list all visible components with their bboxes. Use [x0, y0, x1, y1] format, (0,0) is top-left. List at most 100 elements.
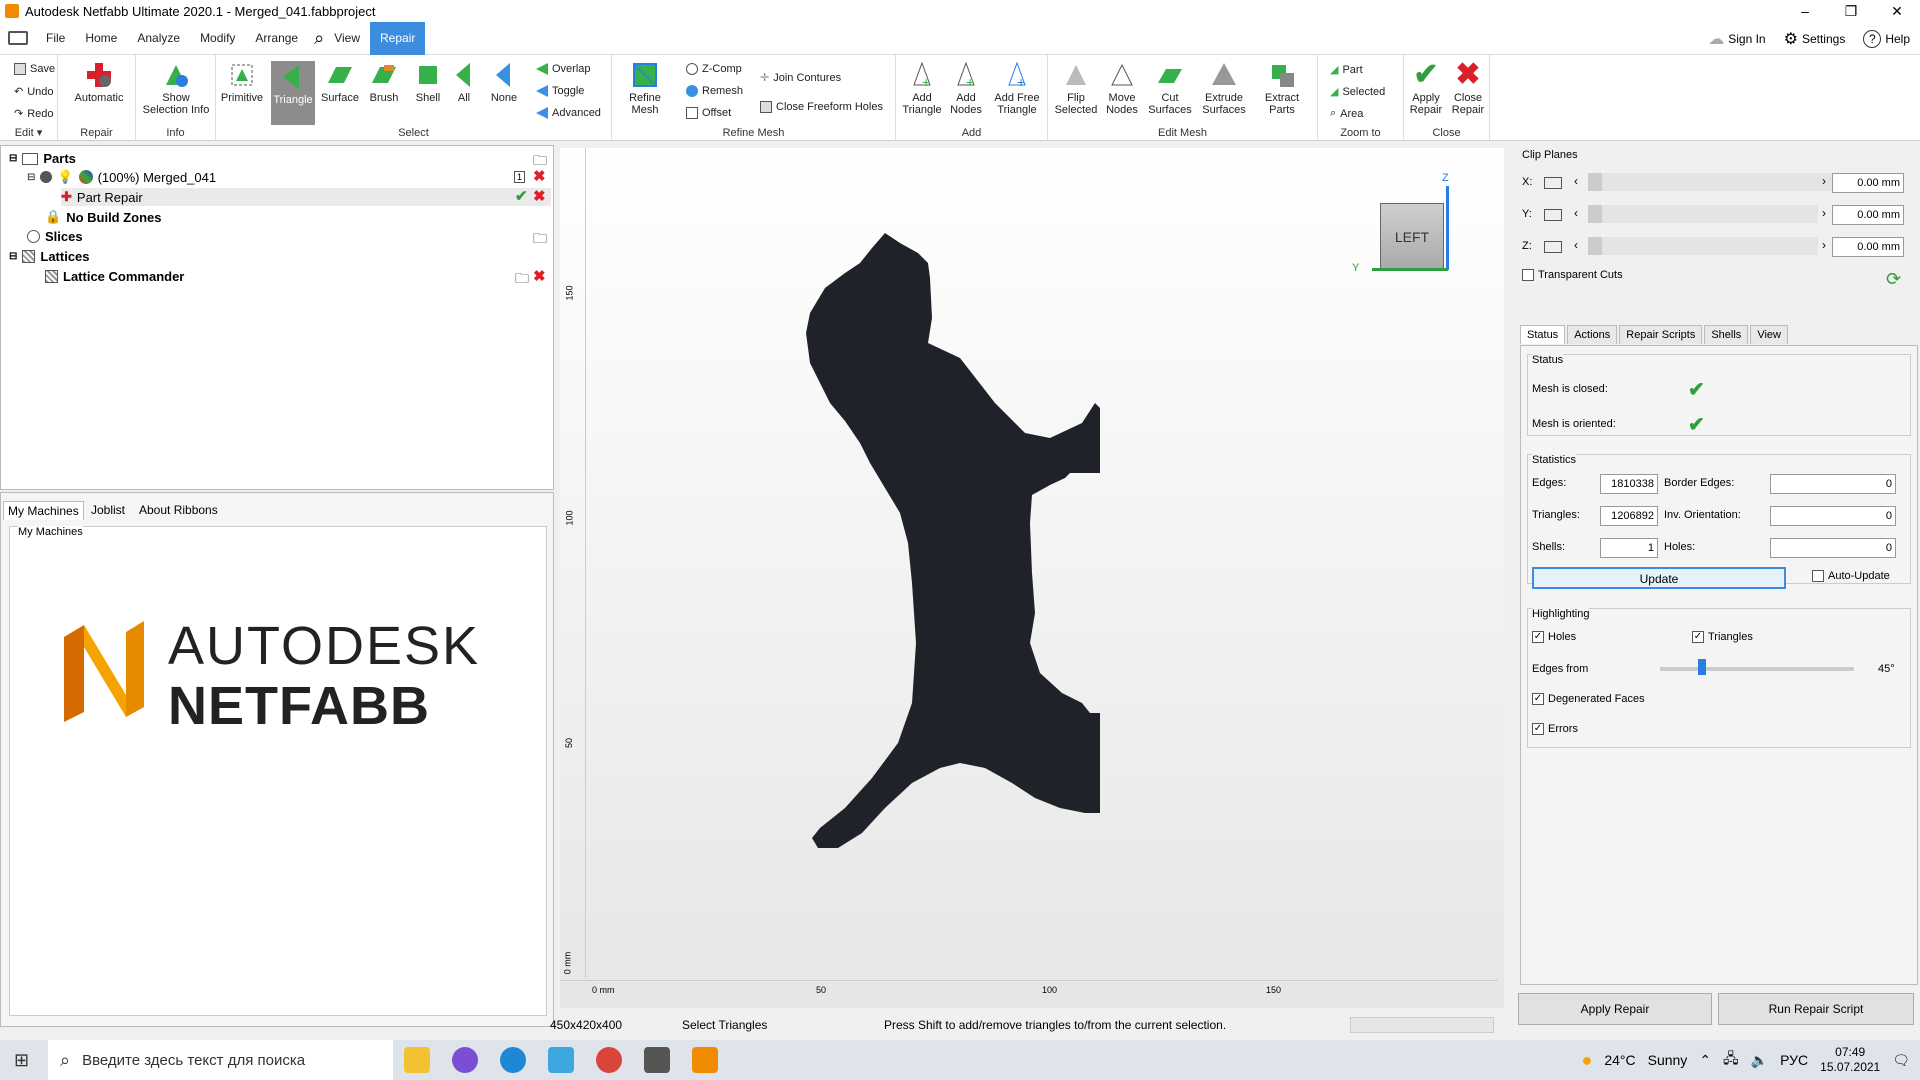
visibility-icon[interactable]: [40, 171, 53, 183]
tree-slices[interactable]: Slices: [27, 229, 83, 244]
tab-view[interactable]: View: [1750, 325, 1788, 344]
offset-button[interactable]: Offset: [702, 107, 731, 119]
zbrush-icon[interactable]: [644, 1047, 670, 1073]
zcomp-button[interactable]: Z-Comp: [702, 63, 742, 75]
add-triangle-button[interactable]: + Add Triangle: [900, 61, 944, 116]
edit-group-dropdown[interactable]: Edit ▾: [0, 126, 57, 139]
tab-repair-scripts[interactable]: Repair Scripts: [1619, 325, 1703, 344]
tab-joblist[interactable]: Joblist: [87, 501, 129, 519]
clip-y-right-arrow[interactable]: ›: [1822, 206, 1826, 220]
shell-select-button[interactable]: Shell: [406, 61, 450, 104]
clock[interactable]: 07:49 15.07.2021: [1820, 1045, 1880, 1075]
select-all-button[interactable]: All: [446, 61, 482, 104]
brush-select-button[interactable]: Brush: [362, 61, 406, 104]
3d-viewport[interactable]: 150 100 50 0 mm 0 mm 50 100 150 Z LEFT Y: [560, 148, 1504, 1008]
volume-icon[interactable]: 🔈: [1751, 1052, 1768, 1069]
clip-z-right-arrow[interactable]: ›: [1822, 238, 1826, 252]
word-app-icon[interactable]: [548, 1047, 574, 1073]
notifications-icon[interactable]: 🗨: [1892, 1052, 1910, 1069]
remesh-button[interactable]: Remesh: [702, 85, 743, 97]
open-folder-icon[interactable]: [8, 31, 28, 45]
clip-z-left-arrow[interactable]: ‹: [1574, 238, 1578, 252]
taskbar-search[interactable]: ⌕ Введите здесь текст для поиска: [48, 1040, 393, 1080]
triangle-select-button[interactable]: Triangle: [271, 61, 315, 125]
help-link[interactable]: Help: [1885, 32, 1910, 46]
errors-option[interactable]: ✓ Errors: [1532, 723, 1578, 736]
settings-link[interactable]: Settings: [1802, 32, 1845, 46]
clip-z-slider[interactable]: [1588, 237, 1818, 255]
clip-y-toggle[interactable]: [1544, 209, 1562, 221]
zoom-area-button[interactable]: Area: [1340, 108, 1363, 120]
view-cube-face[interactable]: LEFT: [1380, 203, 1444, 269]
apply-repair-button[interactable]: Apply Repair: [1518, 993, 1712, 1025]
clip-x-right-arrow[interactable]: ›: [1822, 174, 1826, 188]
update-button[interactable]: Update: [1532, 567, 1786, 589]
move-nodes-button[interactable]: Move Nodes: [1100, 61, 1144, 116]
undo-button[interactable]: Undo: [27, 86, 53, 98]
close-freeform-holes-button[interactable]: Close Freeform Holes: [776, 101, 883, 113]
tree-parts[interactable]: ⊟ Parts: [9, 151, 76, 166]
close-window-button[interactable]: ✕: [1874, 0, 1920, 22]
bulb-icon[interactable]: 💡: [57, 169, 73, 185]
menu-arrange[interactable]: Arrange: [245, 22, 308, 55]
color-icon[interactable]: [78, 170, 93, 184]
clip-z-toggle[interactable]: [1544, 241, 1562, 253]
language-indicator[interactable]: РУС: [1780, 1052, 1808, 1068]
refresh-icon[interactable]: ⟳: [1886, 269, 1901, 290]
menu-home[interactable]: Home: [75, 22, 127, 55]
tree-part-repair[interactable]: ✚ Part Repair: [61, 188, 551, 206]
chrome-icon[interactable]: [596, 1047, 622, 1073]
tree-no-build-zones[interactable]: 🔒 No Build Zones: [45, 209, 162, 225]
save-button[interactable]: Save: [30, 63, 55, 75]
tab-shells[interactable]: Shells: [1704, 325, 1749, 344]
extrude-surfaces-button[interactable]: Extrude Surfaces: [1196, 61, 1252, 116]
close-repair-button[interactable]: ✖ Close Repair: [1448, 60, 1488, 117]
advanced-button[interactable]: Advanced: [552, 107, 601, 119]
tab-status[interactable]: Status: [1520, 325, 1566, 344]
redo-button[interactable]: Redo: [27, 108, 53, 120]
clip-x-toggle[interactable]: [1544, 177, 1562, 189]
add-nodes-button[interactable]: + Add Nodes: [944, 61, 988, 116]
clip-x-value[interactable]: 0.00 mm: [1832, 173, 1904, 193]
menu-analyze[interactable]: Analyze: [127, 22, 190, 55]
toggle-button[interactable]: Toggle: [552, 85, 584, 97]
clip-x-left-arrow[interactable]: ‹: [1574, 174, 1578, 188]
search-icon[interactable]: ⌕: [314, 28, 324, 49]
sign-in-link[interactable]: Sign In: [1728, 32, 1765, 46]
zoom-part-button[interactable]: Part: [1342, 64, 1362, 76]
windows-start-icon[interactable]: ⊞: [14, 1050, 29, 1071]
minimize-button[interactable]: –: [1782, 0, 1828, 22]
refine-mesh-button[interactable]: Refine Mesh: [620, 61, 670, 116]
opera-icon[interactable]: [452, 1047, 478, 1073]
auto-update-checkbox[interactable]: [1812, 570, 1824, 583]
cancel-repair-icon[interactable]: ✖: [533, 187, 546, 205]
clip-x-slider[interactable]: [1588, 173, 1868, 191]
tab-about-ribbons[interactable]: About Ribbons: [135, 501, 222, 519]
clip-y-left-arrow[interactable]: ‹: [1574, 206, 1578, 220]
highlight-holes-option[interactable]: ✓ Holes: [1532, 631, 1576, 644]
maximize-button[interactable]: ❐: [1828, 0, 1874, 22]
network-icon[interactable]: 🖧: [1723, 1048, 1739, 1072]
menu-view[interactable]: View: [324, 22, 370, 55]
extract-parts-button[interactable]: Extract Parts: [1256, 61, 1308, 116]
surface-select-button[interactable]: Surface: [318, 61, 362, 104]
cut-surfaces-button[interactable]: Cut Surfaces: [1146, 61, 1194, 116]
auto-update-option[interactable]: Auto-Update: [1812, 570, 1890, 583]
collapse-icon[interactable]: ⊟: [27, 172, 35, 183]
primitive-button[interactable]: Primitive: [220, 61, 264, 104]
collapse-icon[interactable]: ⊟: [9, 251, 17, 262]
dog-mesh-model[interactable]: [800, 223, 1140, 923]
transparent-cuts-option[interactable]: Transparent Cuts: [1522, 269, 1623, 282]
tree-lattices[interactable]: ⊟ Lattices: [9, 249, 90, 264]
netfabb-taskbar-icon[interactable]: [692, 1047, 718, 1073]
apply-repair-check-icon[interactable]: ✔: [515, 187, 528, 205]
degenerated-faces-checkbox[interactable]: ✓: [1532, 693, 1544, 706]
tray-chevron-icon[interactable]: ⌃: [1699, 1052, 1711, 1069]
tree-lattice-commander[interactable]: Lattice Commander: [45, 269, 184, 284]
remove-part-icon[interactable]: ✖: [533, 167, 546, 185]
file-explorer-icon[interactable]: [404, 1047, 430, 1073]
highlight-triangles-checkbox[interactable]: ✓: [1692, 631, 1704, 644]
clip-y-value[interactable]: 0.00 mm: [1832, 205, 1904, 225]
tab-my-machines[interactable]: My Machines: [3, 501, 84, 520]
errors-checkbox[interactable]: ✓: [1532, 723, 1544, 736]
